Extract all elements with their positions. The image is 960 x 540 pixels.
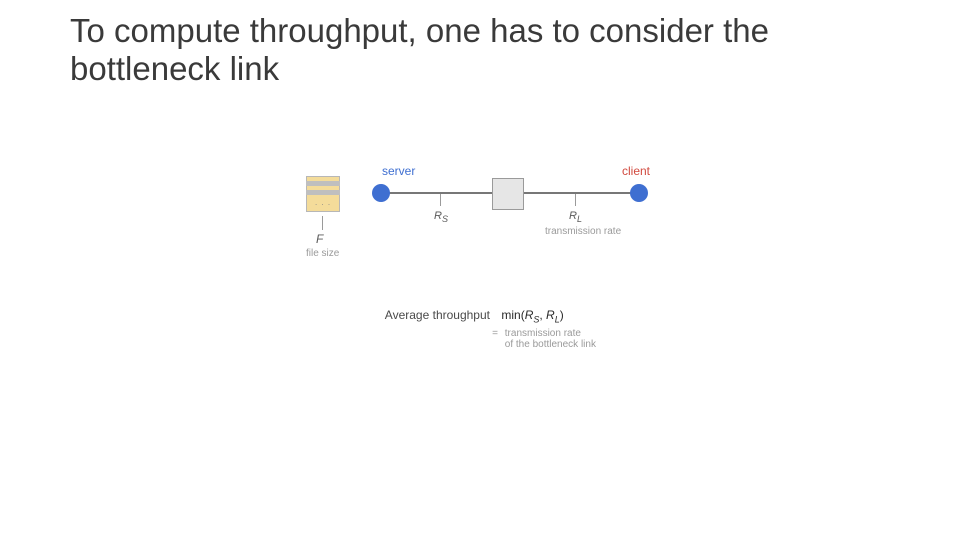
client-label: client [622, 164, 650, 178]
rs-main: R [434, 210, 442, 222]
file-stack-icon: . . . [306, 176, 340, 212]
client-node-icon [630, 184, 648, 202]
eq-pad-blank [335, 339, 502, 350]
rl-tick [575, 194, 576, 206]
router-icon [492, 178, 524, 210]
file-var-F: F [316, 232, 323, 246]
explain-line2: of the bottleneck link [505, 339, 596, 350]
rs-tick [440, 194, 441, 206]
rs-sub: S [442, 214, 448, 224]
file-band [306, 181, 340, 186]
paren-close: ) [560, 308, 564, 322]
file-tick [322, 216, 323, 230]
file-size-label: file size [306, 248, 339, 259]
file-ellipsis: . . . [306, 198, 340, 207]
formula-main: Average throughput min(RS, RL) [335, 308, 675, 324]
server-node-icon [372, 184, 390, 202]
arg2-main: R [546, 308, 555, 322]
server-label: server [382, 164, 415, 178]
file-band [306, 190, 340, 195]
slide-title: To compute throughput, one has to consid… [70, 12, 900, 88]
formula-lhs: Average throughput [335, 308, 498, 322]
rs-label: RS [434, 210, 448, 224]
slide: To compute throughput, one has to consid… [0, 0, 960, 540]
throughput-formula: Average throughput min(RS, RL) = transmi… [335, 308, 675, 350]
client-text: client [622, 164, 650, 178]
min-fn: min [501, 308, 520, 322]
explain-line1: transmission rate [505, 328, 581, 339]
rl-sub: L [577, 214, 582, 224]
transmission-rate-label: transmission rate [545, 226, 621, 237]
server-text: server [382, 164, 415, 178]
rl-label: RL [569, 210, 582, 224]
throughput-diagram: . . . F file size server client RS RL t [300, 170, 670, 300]
formula-explain: = transmission rate of the bottleneck li… [335, 328, 675, 350]
rl-main: R [569, 210, 577, 222]
eq-sign: = [335, 328, 502, 339]
formula-rhs: min(RS, RL) [501, 308, 563, 324]
